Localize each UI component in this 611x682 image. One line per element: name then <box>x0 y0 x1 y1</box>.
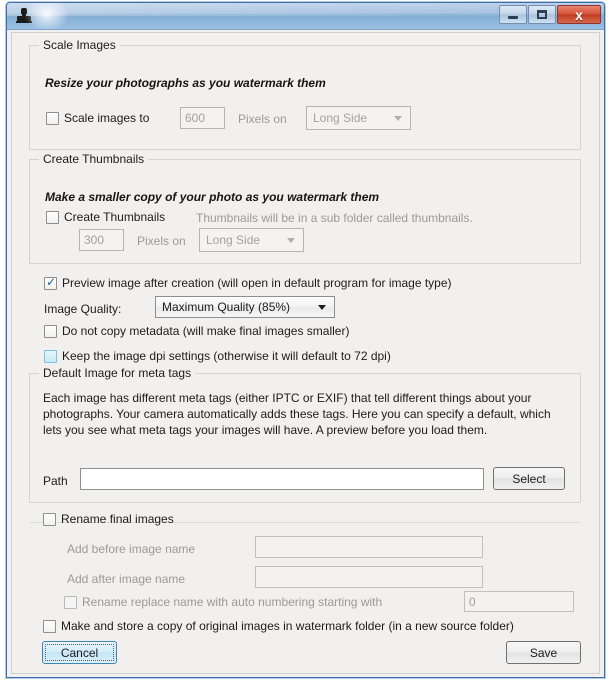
no-metadata-checkbox[interactable]: Do not copy metadata (will make final im… <box>44 324 349 338</box>
image-quality-label: Image Quality: <box>44 302 122 316</box>
window-controls: x <box>499 5 601 24</box>
create-thumbnails-checkbox-box[interactable] <box>46 210 59 224</box>
scale-size-input[interactable]: 600 <box>180 107 225 129</box>
rename-final-images-checkbox[interactable]: Rename final images <box>43 512 174 526</box>
scale-images-to-checkbox-box[interactable] <box>46 111 59 125</box>
thumbnail-side-dropdown-value: Long Side <box>206 233 261 247</box>
chevron-down-icon <box>394 116 402 121</box>
auto-numbering-label: Rename replace name with auto numbering … <box>82 595 383 609</box>
save-button-label: Save <box>529 645 558 660</box>
preview-image-label: Preview image after creation (will open … <box>62 276 452 290</box>
dialog-client-area: Scale Images Resize your photographs as … <box>11 32 600 674</box>
image-quality-dropdown[interactable]: Maximum Quality (85%) <box>155 296 335 318</box>
scale-images-group: Scale Images <box>29 38 581 150</box>
create-thumbnails-checkbox[interactable]: Create Thumbnails <box>46 210 165 224</box>
no-metadata-checkbox-box[interactable] <box>44 324 57 338</box>
thumbnail-size-input[interactable]: 300 <box>79 229 124 251</box>
auto-numbering-checkbox[interactable]: Rename replace name with auto numbering … <box>64 595 382 609</box>
application-window: x Scale Images Resize your photographs a… <box>6 2 605 678</box>
rename-final-images-checkbox-box[interactable] <box>43 512 56 526</box>
thumbnail-pixels-on-label: Pixels on <box>137 234 186 248</box>
chevron-down-icon <box>318 305 326 310</box>
auto-numbering-checkbox-box[interactable] <box>64 595 77 609</box>
scale-images-to-label: Scale images to <box>64 111 150 125</box>
scale-pixels-on-label: Pixels on <box>238 112 287 126</box>
add-after-input[interactable] <box>255 566 483 588</box>
thumbnail-side-dropdown[interactable]: Long Side <box>199 228 304 252</box>
preview-image-checkbox[interactable]: ✓ Preview image after creation (will ope… <box>44 274 452 290</box>
close-button[interactable]: x <box>557 5 601 24</box>
scale-side-dropdown[interactable]: Long Side <box>306 106 411 130</box>
keep-dpi-checkbox[interactable]: Keep the image dpi settings (otherwise i… <box>44 349 391 363</box>
preview-image-checkbox-box[interactable]: ✓ <box>44 274 57 290</box>
scale-images-to-checkbox[interactable]: Scale images to <box>46 111 149 125</box>
cancel-button[interactable]: Cancel <box>42 641 117 664</box>
path-label: Path <box>43 474 68 488</box>
scale-images-group-title: Scale Images <box>39 38 120 52</box>
auto-numbering-start-input[interactable]: 0 <box>464 591 574 612</box>
copy-original-checkbox[interactable]: Make and store a copy of original images… <box>43 619 514 633</box>
minimize-button[interactable] <box>499 5 527 24</box>
copy-original-checkbox-box[interactable] <box>43 619 56 633</box>
rename-final-images-label: Rename final images <box>61 512 174 526</box>
keep-dpi-checkbox-box[interactable] <box>44 349 57 363</box>
add-before-input[interactable] <box>255 536 483 558</box>
create-thumbnails-group-title: Create Thumbnails <box>39 152 149 166</box>
path-input[interactable] <box>80 468 484 490</box>
cancel-button-label: Cancel <box>60 645 99 660</box>
title-bar[interactable]: x <box>7 3 604 30</box>
minimize-icon <box>508 16 518 19</box>
maximize-icon <box>537 10 547 19</box>
image-quality-dropdown-value: Maximum Quality (85%) <box>162 300 291 314</box>
meta-tags-description: Each image has different meta tags (eith… <box>43 391 551 437</box>
maximize-button[interactable] <box>528 5 556 24</box>
select-button-label: Select <box>512 471 546 486</box>
no-metadata-label: Do not copy metadata (will make final im… <box>62 324 350 338</box>
add-after-label: Add after image name <box>67 572 186 586</box>
stamp-icon <box>15 7 33 25</box>
close-icon: x <box>575 6 583 23</box>
check-icon: ✓ <box>46 274 57 289</box>
meta-tags-group-title: Default Image for meta tags <box>39 366 196 380</box>
select-button[interactable]: Select <box>493 467 565 490</box>
add-before-label: Add before image name <box>67 542 196 556</box>
create-thumbnails-heading: Make a smaller copy of your photo as you… <box>45 190 380 204</box>
copy-original-label: Make and store a copy of original images… <box>61 619 514 633</box>
create-thumbnails-label: Create Thumbnails <box>64 210 166 224</box>
scale-side-dropdown-value: Long Side <box>313 111 368 125</box>
save-button[interactable]: Save <box>506 641 581 664</box>
keep-dpi-label: Keep the image dpi settings (otherwise i… <box>62 349 391 363</box>
thumbnails-note: Thumbnails will be in a sub folder calle… <box>196 211 473 225</box>
chevron-down-icon <box>287 238 295 243</box>
scale-images-heading: Resize your photographs as you watermark… <box>45 76 326 90</box>
